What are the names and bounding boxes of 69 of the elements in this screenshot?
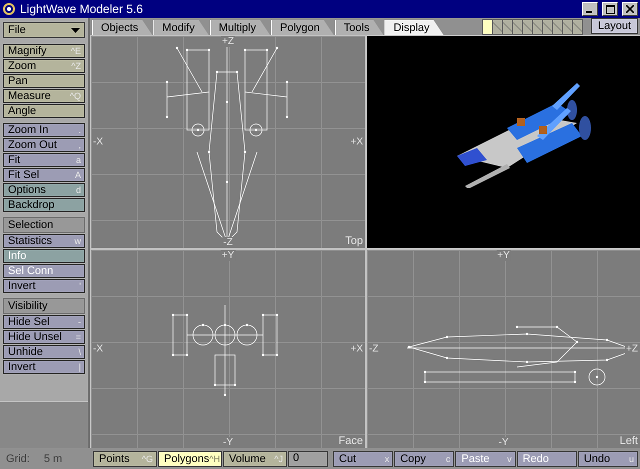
layer-button[interactable] [482,18,493,34]
layer-button[interactable] [562,18,573,34]
minimize-button[interactable] [582,2,598,16]
axis-label: -X [92,344,104,354]
viewport-label: Left [620,435,638,447]
axis-label: -X [92,136,104,148]
action-button[interactable]: Copy c [394,450,454,466]
tool-button[interactable]: Pan [3,74,85,88]
tool-button[interactable]: Zoom In . [3,123,85,137]
action-button[interactable]: Cut x [333,450,394,466]
tool-button[interactable]: Invert ' [3,279,85,293]
layer-button[interactable] [542,18,553,34]
tool-button[interactable]: Hide Unsel = [3,330,85,344]
grid-value: 5 m [44,452,62,464]
file-menu[interactable]: File [3,22,85,38]
close-button[interactable] [622,2,638,16]
dropdown-arrow-icon [71,28,80,32]
tab[interactable]: Multiply [210,20,270,35]
group-header: Visibility [3,298,85,314]
grid-label: Grid: [6,452,30,464]
tab[interactable]: Display [384,20,444,35]
axis-label: +Y [496,250,511,261]
layer-button[interactable] [502,18,513,34]
axis-label: -Y [498,437,510,448]
tool-button[interactable]: Unhide \ [3,345,85,359]
tool-button[interactable]: Invert | [3,360,85,374]
axis-label: +Z [221,36,235,47]
layout-button[interactable]: Layout [590,18,638,34]
group-header: Selection [3,217,85,233]
axis-label: -Z [368,344,380,354]
mode-button[interactable]: Volume ^J [223,450,287,466]
tab[interactable]: Polygon [271,20,334,35]
mode-button[interactable]: Points ^G [93,450,157,466]
axis-label: +Z [625,344,639,354]
tab[interactable]: Modify [153,20,209,35]
tool-button[interactable]: Angle [3,104,85,118]
action-button[interactable]: Undo u [578,450,638,466]
tool-button[interactable]: Options d [3,183,85,197]
layer-button[interactable] [492,18,503,34]
axis-label: +X [349,344,364,354]
tool-button[interactable]: Magnify ^E [3,44,85,58]
axis-label: -Z [222,237,234,248]
tab[interactable]: Objects [92,20,152,35]
layer-button[interactable] [532,18,543,34]
axis-label: -Y [222,437,234,448]
tool-button[interactable]: Fit a [3,153,85,167]
tool-button[interactable]: Measure ^Q [3,89,85,103]
tool-button[interactable]: Statistics w [3,234,85,248]
tab[interactable]: Tools [334,20,384,35]
viewport-label: Face [338,435,363,447]
layer-button[interactable] [512,18,523,34]
axis-label: +Y [220,250,236,261]
close-icon [626,5,634,13]
viewport-label: Top [345,235,363,247]
layer-button[interactable] [522,18,533,34]
maximize-icon [606,4,614,14]
window-title: LightWave Modeler 5.6 [20,2,144,16]
layer-button[interactable] [552,18,563,34]
tool-button[interactable]: Fit Sel A [3,168,85,182]
count-field: 0 [288,450,328,466]
tool-button[interactable]: Hide Sel - [3,315,85,329]
app-icon [2,2,16,16]
axis-label: +X [349,136,364,148]
maximize-button[interactable] [602,2,618,16]
perspective-viewport[interactable] [367,36,640,248]
tool-button[interactable]: Zoom ^Z [3,59,85,73]
mode-button[interactable]: Polygons^H [158,450,222,466]
tool-button[interactable]: Backdrop [3,198,85,212]
tool-button[interactable]: Zoom Out , [3,138,85,152]
